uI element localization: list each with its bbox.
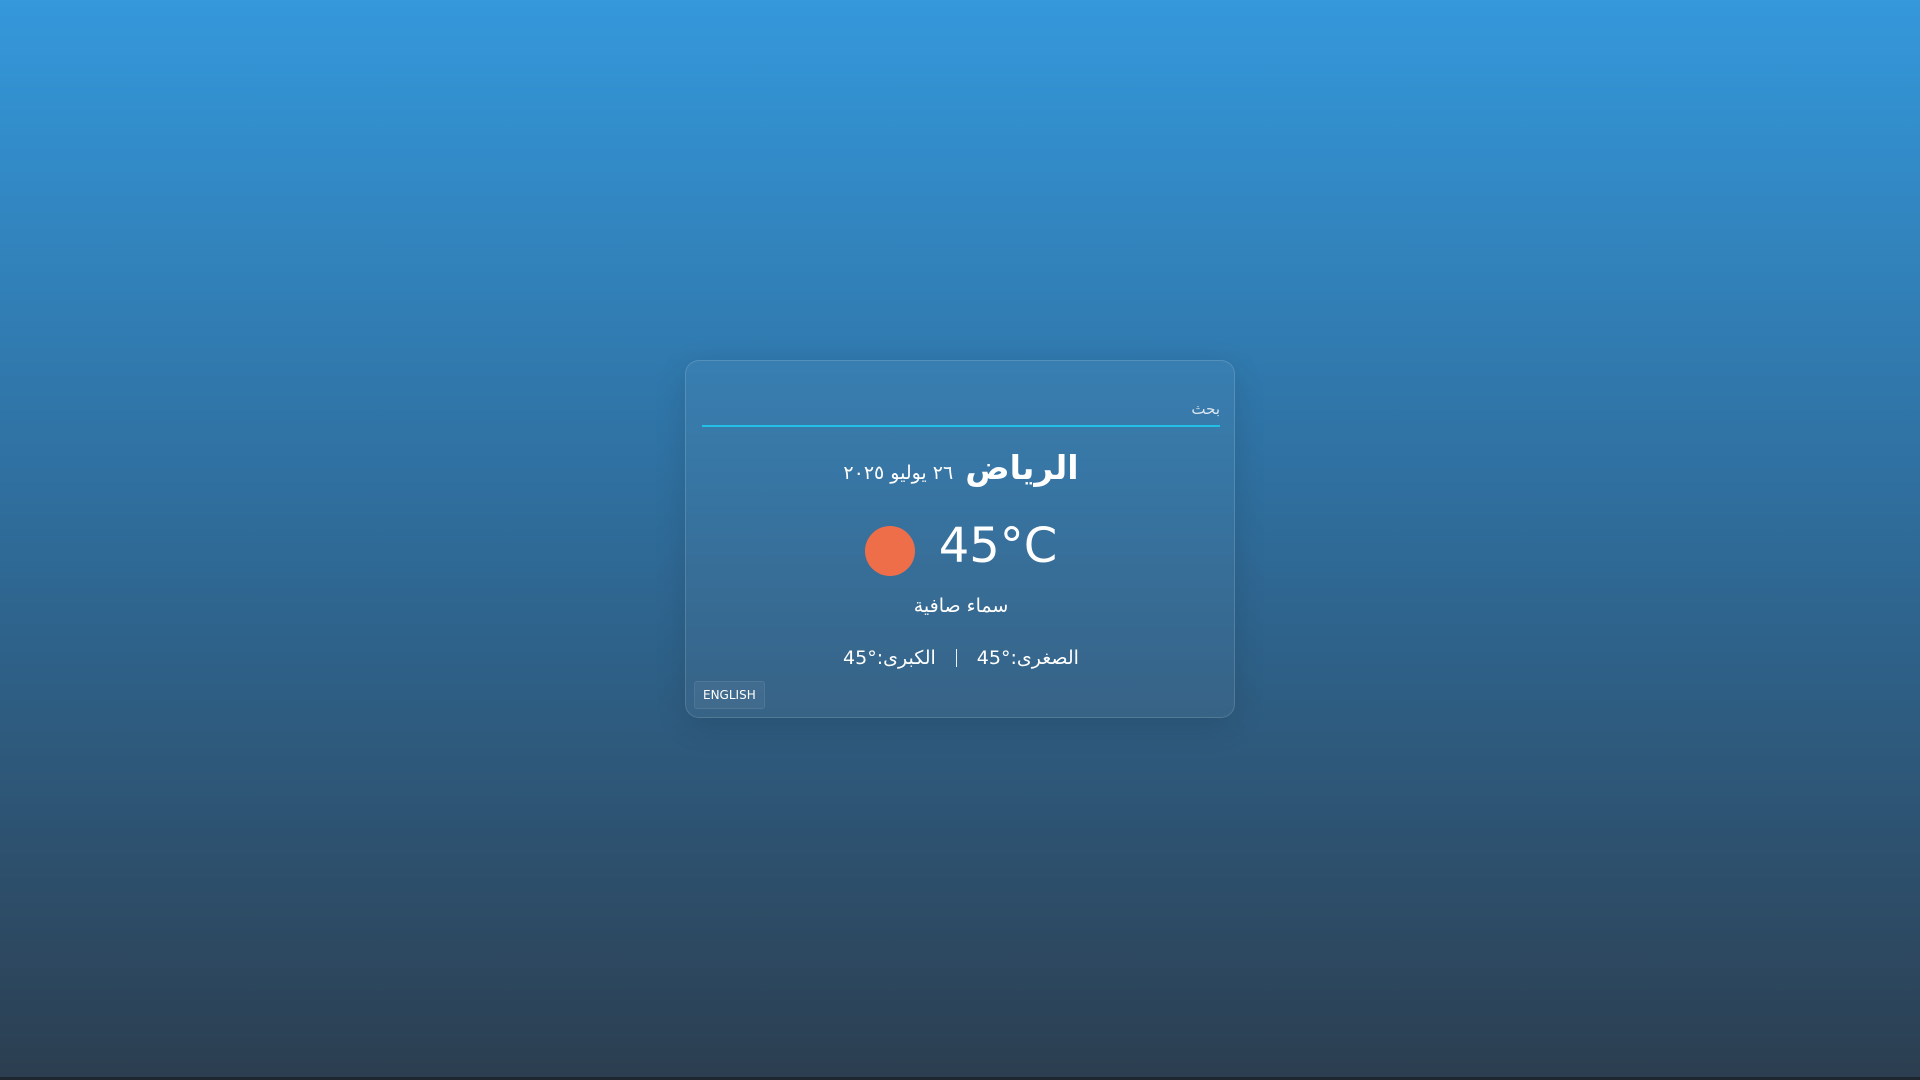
max-temperature: الكبرى: 45°	[843, 647, 936, 669]
weather-card: الرياض ٢٦ يوليو ٢٠٢٥ 45°C سماء صافية الص…	[685, 360, 1235, 718]
min-temperature-value: 45°	[976, 647, 1011, 669]
sun-icon	[864, 526, 915, 576]
weather-page: { "search": { "placeholder": "بحث", "val…	[0, 0, 1920, 1080]
location-header: الرياض ٢٦ يوليو ٢٠٢٥	[686, 445, 1236, 491]
search-field	[702, 395, 1220, 427]
min-max-row: الصغرى: 45° الكبرى: 45°	[686, 643, 1236, 673]
language-toggle-button[interactable]: ENGLISH	[694, 681, 765, 709]
max-temperature-value: 45°	[843, 647, 877, 669]
search-input[interactable]	[702, 395, 1220, 423]
min-max-divider	[955, 649, 957, 667]
city-name: الرياض	[965, 448, 1079, 487]
current-date: ٢٦ يوليو ٢٠٢٥	[843, 462, 954, 484]
min-temperature: الصغرى: 45°	[977, 647, 1079, 669]
temperature-row: 45°C	[686, 501, 1236, 591]
max-temperature-label: الكبرى:	[876, 647, 936, 669]
current-temperature: 45°C	[938, 518, 1058, 574]
min-temperature-label: الصغرى:	[1010, 647, 1079, 669]
weather-description: سماء صافية	[913, 595, 1009, 617]
